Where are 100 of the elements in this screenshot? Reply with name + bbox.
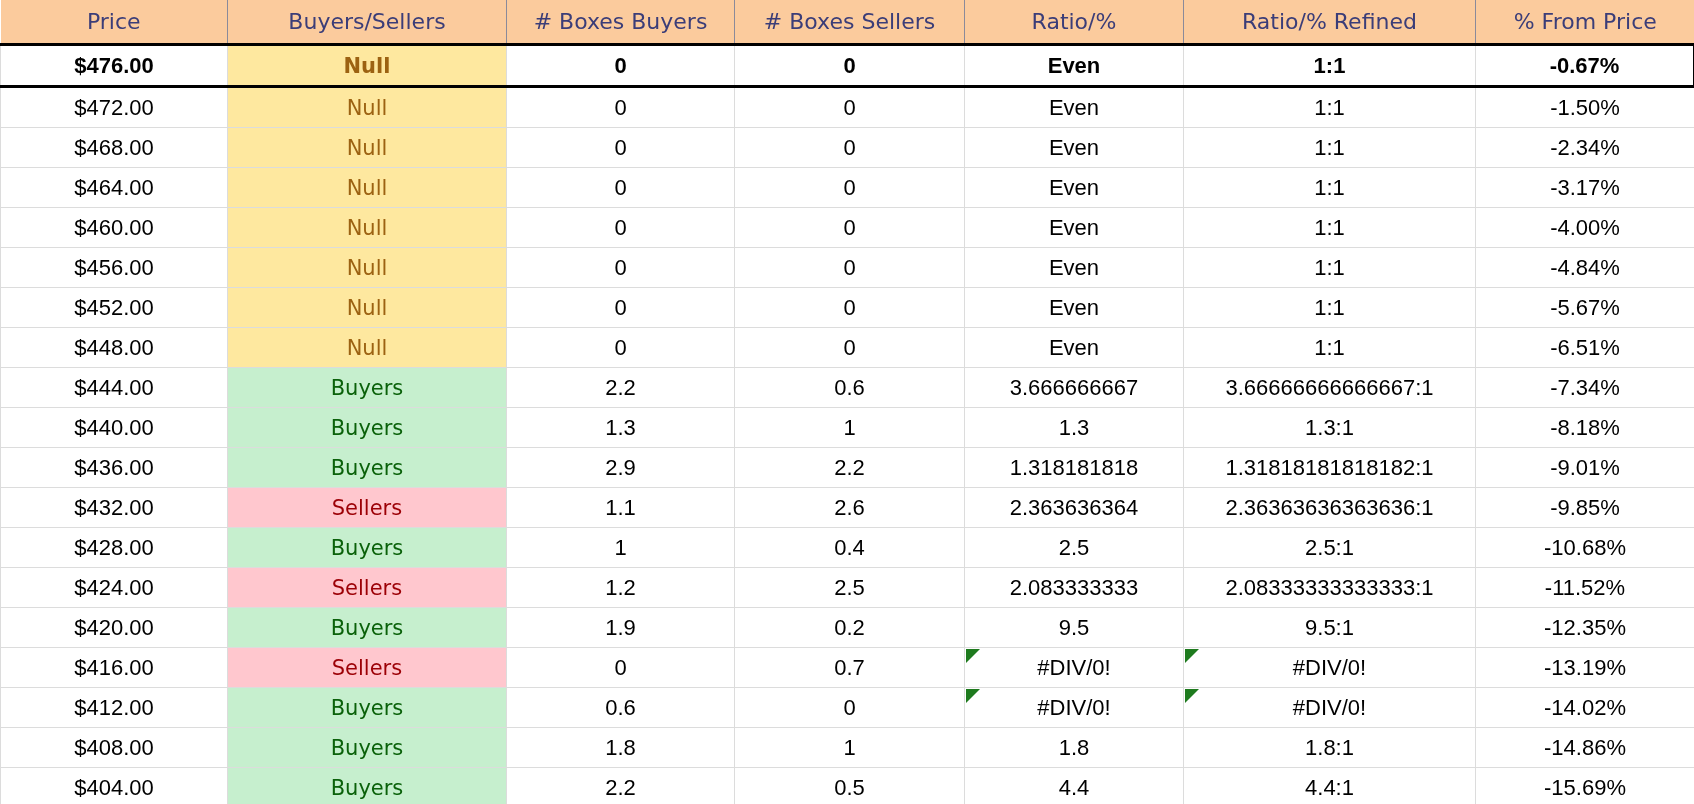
table-cell: Even — [1048, 254, 1100, 280]
table-cell: 1.3:1 — [1305, 414, 1354, 440]
table-cell: Null — [227, 86, 507, 128]
table-cell: $436.00 — [0, 447, 228, 488]
table-cell: $440.00 — [0, 407, 228, 448]
table-cell: -0.67% — [1475, 44, 1694, 87]
column-header: # Boxes Buyers — [506, 0, 735, 45]
table-cell: 2.6 — [734, 487, 965, 528]
table-cell: $452.00 — [0, 287, 228, 328]
table-cell: 0 — [506, 247, 735, 288]
table-cell: Buyers — [227, 447, 507, 488]
table-cell: $420.00 — [0, 607, 228, 648]
table-cell: Null — [227, 207, 507, 248]
table-cell: 1.8 — [506, 727, 735, 768]
table-cell: 0 — [506, 86, 735, 128]
table-cell: 2.9 — [506, 447, 735, 488]
table-cell: 0.2 — [734, 607, 965, 648]
column-header: Buyers/Sellers — [227, 0, 507, 45]
table-cell: 1:1 — [1314, 294, 1345, 320]
table-cell: #DIV/0! — [1037, 654, 1111, 680]
table-cell: Sellers — [227, 567, 507, 608]
table-cell: $464.00 — [0, 167, 228, 208]
table-cell: 2.5 — [1058, 534, 1090, 560]
table-cell: 9.5 — [1058, 614, 1090, 640]
table-cell: Sellers — [227, 487, 507, 528]
table-cell: 0 — [506, 127, 735, 168]
table-cell: 1.8 — [1058, 734, 1090, 760]
table-cell: 0 — [506, 647, 735, 688]
table-cell: $448.00 — [0, 327, 228, 368]
table-cell: 0 — [734, 86, 965, 128]
table-cell: 0 — [734, 687, 965, 728]
error-flag-icon — [1185, 689, 1199, 703]
table-cell: 2.5:1 — [1305, 534, 1354, 560]
table-cell: 1.2 — [506, 567, 735, 608]
table-cell: Buyers — [227, 407, 507, 448]
table-cell: 0 — [734, 167, 965, 208]
column-header: % From Price — [1475, 0, 1694, 45]
table-cell: Even — [1048, 94, 1100, 120]
table-cell: 1 — [734, 407, 965, 448]
table-cell: 0.4 — [734, 527, 965, 568]
table-cell: 0 — [506, 44, 735, 87]
table-cell: Even — [1048, 334, 1100, 360]
table-cell: $424.00 — [0, 567, 228, 608]
table-cell: 3.666666667 — [1009, 374, 1139, 400]
table-cell: 0 — [734, 247, 965, 288]
table-cell: 0 — [734, 287, 965, 328]
table-cell: $444.00 — [0, 367, 228, 408]
table-cell: 0 — [734, 207, 965, 248]
table-cell: Buyers — [227, 607, 507, 648]
table-cell: 1:1 — [1313, 52, 1346, 78]
table-cell: 2.083333333 — [1009, 574, 1139, 600]
table-cell: 0 — [506, 207, 735, 248]
table-cell: $468.00 — [0, 127, 228, 168]
table-cell: $432.00 — [0, 487, 228, 528]
table-cell: 1:1 — [1314, 174, 1345, 200]
table-cell: Null — [227, 287, 507, 328]
table-cell: 1:1 — [1314, 134, 1345, 160]
table-cell: 1.3 — [1058, 414, 1090, 440]
table-cell: 1 — [506, 527, 735, 568]
table-cell: 0.6 — [506, 687, 735, 728]
column-header: Ratio/% Refined — [1183, 0, 1476, 45]
table-cell: Even — [1048, 174, 1100, 200]
table-cell: Null — [227, 247, 507, 288]
table-cell: Buyers — [227, 367, 507, 408]
table-cell: #DIV/0! — [1292, 654, 1367, 680]
table-cell: Null — [227, 167, 507, 208]
table-cell: $416.00 — [0, 647, 228, 688]
table-cell: Buyers — [227, 767, 507, 804]
table-cell: $460.00 — [0, 207, 228, 248]
table-cell: $456.00 — [0, 247, 228, 288]
table-cell: 1 — [734, 727, 965, 768]
table-cell: 0.7 — [734, 647, 965, 688]
table-cell: 1.1 — [506, 487, 735, 528]
table-cell: 4.4:1 — [1305, 774, 1354, 800]
column-header: Price — [0, 0, 228, 45]
table-cell: Null — [227, 327, 507, 368]
table-cell: Buyers — [227, 727, 507, 768]
table-cell: $404.00 — [0, 767, 228, 804]
table-cell: 1:1 — [1314, 94, 1345, 120]
table-cell: 2.36363636363636:1 — [1225, 494, 1434, 520]
table-cell: 4.4 — [1058, 774, 1090, 800]
table-cell: 3.66666666666667:1 — [1225, 374, 1434, 400]
table-cell: 1.8:1 — [1305, 734, 1354, 760]
table-cell: Null — [227, 127, 507, 168]
column-header: # Boxes Sellers — [734, 0, 965, 45]
table-cell: 1.3 — [506, 407, 735, 448]
table-cell: 0 — [734, 327, 965, 368]
table-cell: 2.5 — [734, 567, 965, 608]
table-cell: Even — [1048, 214, 1100, 240]
table-cell: 1.31818181818182:1 — [1225, 454, 1434, 480]
error-flag-icon — [1185, 649, 1199, 663]
table-cell: 9.5:1 — [1305, 614, 1354, 640]
table-cell: 2.2 — [506, 367, 735, 408]
table-cell: 0 — [734, 127, 965, 168]
table-cell: 1:1 — [1314, 254, 1345, 280]
table-cell: 1:1 — [1314, 214, 1345, 240]
table-cell: $472.00 — [0, 86, 228, 128]
table-cell: 1.9 — [506, 607, 735, 648]
table-cell: 2.363636364 — [1009, 494, 1139, 520]
table-cell: Even — [1047, 52, 1101, 78]
